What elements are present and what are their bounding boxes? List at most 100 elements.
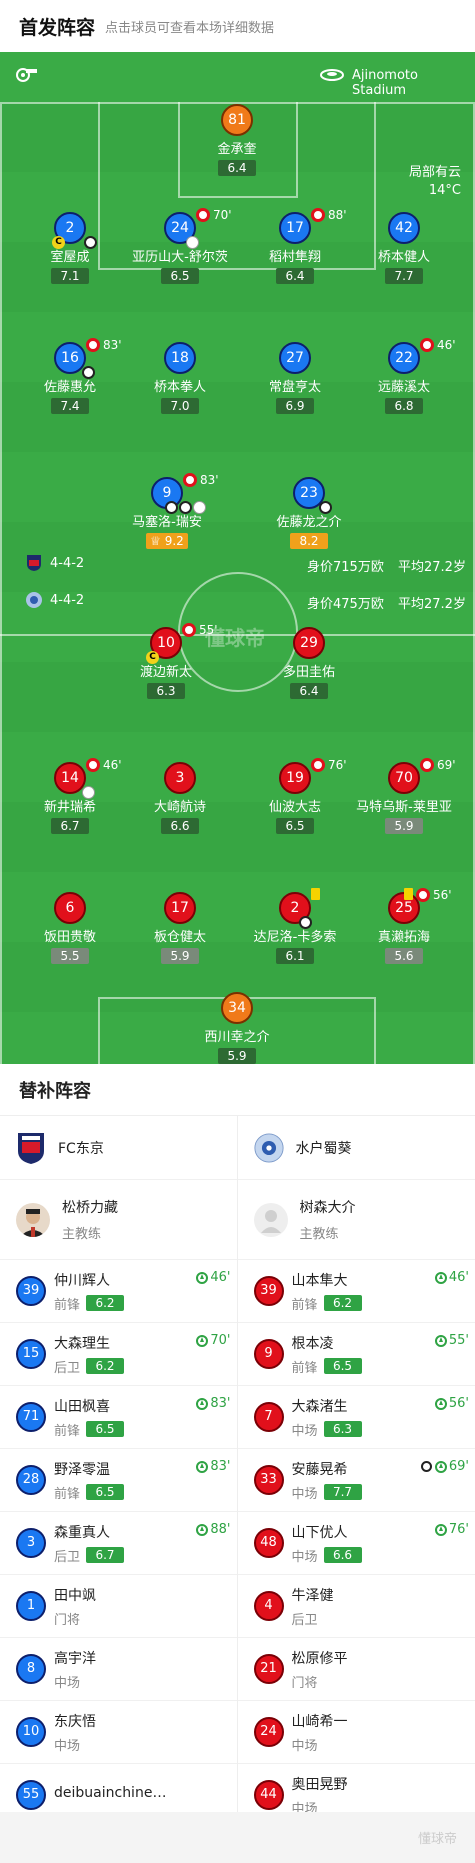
sub-in-minute: 88'	[210, 1522, 231, 1537]
player-away-mf1[interactable]: 14 46' 新井瑞希 6.7	[10, 758, 130, 834]
sub-row-home[interactable]: 10 东庆悟 中场	[0, 1701, 237, 1764]
player-rating: 6.4	[276, 268, 314, 284]
player-name: 金承奎	[217, 142, 257, 157]
sub-row-away[interactable]: 48 山下优人 中场 6.6 76'	[237, 1512, 475, 1575]
goal-ball-icon	[299, 916, 312, 929]
player-away-gk[interactable]: 34 西川幸之介 5.9	[177, 992, 297, 1064]
player-away-df2[interactable]: 17 板仓健太 5.9	[120, 892, 240, 964]
page-title: 首发阵容	[19, 16, 96, 39]
player-away-df1[interactable]: 6 饭田贵敬 5.5	[10, 892, 130, 964]
player-name: 大崎航诗	[153, 800, 206, 815]
player-home-mf3[interactable]: 27 常盘亨太 6.9	[235, 342, 355, 414]
player-rating: 6.4	[290, 683, 328, 699]
page-hint: 点击球员可查看本场详细数据	[105, 20, 275, 36]
player-away-df3[interactable]: 2 达尼洛-卡多索 6.1	[235, 888, 355, 964]
player-home-df3[interactable]: 17 88' 稻村隼翔 6.4	[235, 208, 355, 284]
sub-rating: 6.2	[323, 1295, 362, 1311]
sub-off-badge: 83'	[183, 473, 219, 487]
coach-row-home[interactable]: 松桥力藏 主教练	[0, 1180, 237, 1260]
goal-ball-icon	[84, 236, 97, 249]
sub-off-badge: 46'	[86, 758, 122, 772]
sub-row-away[interactable]: 39 山本隼大 前锋 6.2 46'	[237, 1260, 475, 1323]
pitch: Ajinomoto Stadium 局部有云 14°C 懂球帝 81 金承奎 6…	[0, 52, 475, 1064]
sub-in-minute: 69'	[448, 1459, 469, 1474]
sub-row-home[interactable]: 3 森重真人 后卫 6.7 88'	[0, 1512, 237, 1575]
player-home-gk[interactable]: 81 金承奎 6.4	[177, 104, 297, 176]
sub-off-badge: 69'	[420, 758, 456, 772]
sub-off-badge: 46'	[420, 338, 456, 352]
player-rating: 6.5	[276, 818, 314, 834]
player-rating: 6.3	[147, 683, 185, 699]
sub-row-home[interactable]: 71 山田枫喜 前锋 6.5 83'	[0, 1386, 237, 1449]
stadium-icon	[320, 69, 344, 81]
sub-row-away[interactable]: 4 牛泽健 后卫	[237, 1575, 475, 1638]
player-home-df1[interactable]: 2 C 室屋成 7.1	[10, 212, 130, 284]
player-home-mf1[interactable]: 16 83' 佐藤惠允 7.4	[10, 338, 130, 414]
sub-row-home[interactable]: 1 田中飒 门将	[0, 1575, 237, 1638]
sub-number: 3	[16, 1528, 46, 1558]
home-formation: 4-4-2	[50, 556, 85, 571]
player-rating-value: 9.2	[164, 534, 184, 548]
yellow-card-icon	[311, 888, 320, 900]
team-row-away[interactable]: 水户蜀葵	[237, 1116, 475, 1180]
player-name: 远藤溪太	[377, 380, 430, 395]
sub-row-home[interactable]: 15 大森理生 后卫 6.2 70'	[0, 1323, 237, 1386]
player-home-mf4[interactable]: 22 46' 远藤溪太 6.8	[344, 338, 464, 414]
player-home-df4[interactable]: 42 桥本健人 7.7	[344, 212, 464, 284]
sub-in-minute: 70'	[210, 1333, 231, 1348]
player-rating: 7.0	[161, 398, 199, 414]
sub-name: 山田枫喜	[54, 1398, 110, 1415]
sub-in-badge: 70'	[196, 1333, 231, 1348]
sub-row-away[interactable]: 24 山崎希一 中场	[237, 1701, 475, 1764]
sub-name: 大森理生	[54, 1335, 110, 1352]
player-rating: ♕ 9.2	[146, 533, 188, 549]
team-row-home[interactable]: FC东京	[0, 1116, 237, 1180]
player-number: 81	[221, 104, 253, 136]
sub-number: 55	[16, 1780, 46, 1810]
sub-rating: 6.6	[323, 1547, 362, 1563]
sub-in-badge: 55'	[434, 1333, 469, 1348]
player-number: 34	[221, 992, 253, 1024]
sub-row-away[interactable]: 9 根本凌 前锋 6.5 55'	[237, 1323, 475, 1386]
player-away-fw1[interactable]: 10 55' C 渡边新太 6.3	[106, 623, 226, 699]
player-home-fw1[interactable]: 9 83' 马塞洛-瑞安 ♕ 9.2	[107, 473, 227, 549]
sub-row-home[interactable]: 28 野泽零温 前锋 6.5 83'	[0, 1449, 237, 1512]
player-rating: 6.6	[161, 818, 199, 834]
player-away-mf4[interactable]: 70 69' 马特乌斯-莱里亚 5.9	[344, 758, 464, 834]
coach-name: 树森大介	[299, 1200, 356, 1216]
player-home-df2[interactable]: 24 70' 亚历山大-舒尔茨 6.5	[120, 208, 240, 284]
player-away-fw2[interactable]: 29 多田圭佑 6.4	[249, 627, 369, 699]
sub-off-minute: 70'	[213, 208, 232, 222]
sub-name: 大森渚生	[291, 1398, 348, 1415]
player-away-mf3[interactable]: 19 76' 仙波大志 6.5	[235, 758, 355, 834]
player-name: 桥本拳人	[153, 380, 206, 395]
subs-title: 替补阵容	[0, 1064, 475, 1116]
sub-row-home[interactable]: 39 仲川辉人 前锋 6.2 46'	[0, 1260, 237, 1323]
player-home-mf2[interactable]: 18 桥本拳人 7.0	[120, 342, 240, 414]
page-header: 首发阵容 点击球员可查看本场详细数据	[0, 0, 475, 52]
coach-row-away[interactable]: 树森大介 主教练	[237, 1180, 475, 1260]
sub-row-away[interactable]: 33 安藤晃希 中场 7.7 69'	[237, 1449, 475, 1512]
sub-name: 松原修平	[291, 1650, 348, 1667]
player-away-mf2[interactable]: 3 大崎航诗 6.6	[120, 762, 240, 834]
player-number: 16	[54, 342, 86, 374]
sub-on-icon	[434, 1460, 447, 1473]
player-away-df4[interactable]: 25 56' 真濑拓海 5.6	[344, 888, 464, 964]
player-home-fw2[interactable]: 23 佐藤龙之介 8.2	[249, 477, 369, 549]
sub-number: 33	[253, 1465, 284, 1495]
sub-in-badge: 83'	[196, 1396, 231, 1411]
sub-name: 仲川辉人	[54, 1272, 110, 1289]
sub-number: 44	[253, 1780, 284, 1810]
sub-name: 根本凌	[291, 1335, 334, 1352]
sub-name: 奥田晃野	[291, 1776, 348, 1793]
sub-number: 39	[16, 1276, 46, 1306]
player-rating: 6.9	[276, 398, 314, 414]
sub-rating: 6.7	[86, 1547, 125, 1563]
sub-row-away[interactable]: 7 大森渚生 中场 6.3 56'	[237, 1386, 475, 1449]
sub-position: 中场	[291, 1486, 318, 1502]
player-number: 18	[164, 342, 196, 374]
team-name: FC东京	[58, 1140, 104, 1157]
player-number: 22	[388, 342, 420, 374]
sub-row-away[interactable]: 21 松原修平 门将	[237, 1638, 475, 1701]
sub-row-home[interactable]: 8 高宇洋 中场	[0, 1638, 237, 1701]
